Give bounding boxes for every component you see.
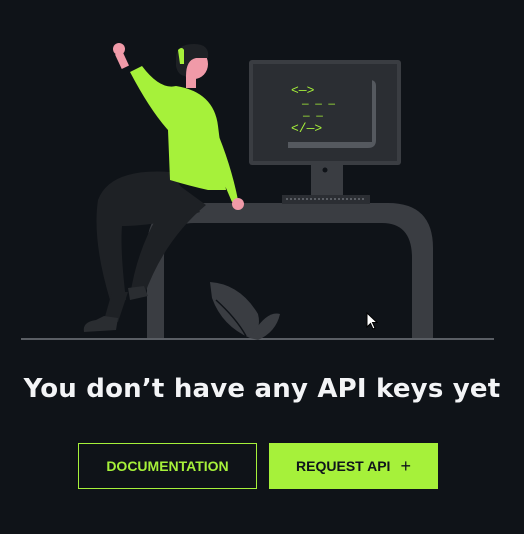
empty-state-title: You don’t have any API keys yet bbox=[23, 374, 501, 404]
monitor-icon: <—> — — — — — </—> bbox=[249, 60, 401, 195]
empty-state-illustration: <—> — — — — — </—> bbox=[21, 43, 494, 340]
monitor-code-line-2: — — — bbox=[301, 99, 335, 111]
mouse-cursor-icon bbox=[366, 312, 378, 330]
request-api-label: REQUEST API bbox=[296, 458, 391, 474]
documentation-button[interactable]: DOCUMENTATION bbox=[78, 443, 257, 489]
request-api-button[interactable]: REQUEST API + bbox=[269, 443, 438, 489]
plant-icon bbox=[210, 282, 280, 340]
plus-icon: + bbox=[400, 456, 411, 476]
monitor-code-line-4: </—> bbox=[291, 121, 322, 136]
monitor-code-line-1: <—> bbox=[291, 83, 315, 98]
